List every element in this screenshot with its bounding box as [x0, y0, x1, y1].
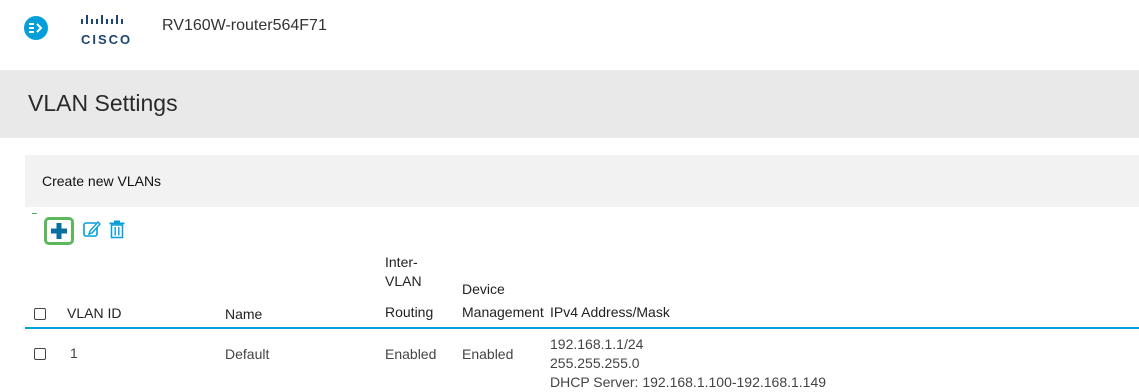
cell-ipv4-mask: 255.255.255.0 — [550, 355, 640, 371]
panel-header: Create new VLANs — [25, 155, 1139, 207]
page-title-band: VLAN Settings — [0, 70, 1139, 138]
cell-vlan-id: 1 — [70, 345, 78, 361]
top-bar: CISCO RV160W-router564F71 — [0, 0, 1139, 56]
cell-dhcp-server: DHCP Server: 192.168.1.100-192.168.1.149 — [550, 374, 827, 390]
column-header-inter-vlan-line1: Inter- — [385, 254, 418, 270]
table-header-rule — [25, 327, 1139, 329]
cisco-logo: CISCO — [78, 11, 150, 47]
edit-icon — [83, 220, 101, 237]
plus-icon — [51, 223, 67, 239]
panel-title: Create new VLANs — [42, 173, 162, 189]
column-header-name[interactable]: Name — [225, 305, 262, 324]
logo-wordmark: CISCO — [81, 32, 133, 47]
vlan-panel: Create new VLANs VLAN ID Name Inter- VLA… — [25, 155, 1139, 392]
delete-vlan-button[interactable] — [107, 219, 127, 239]
cisco-bars-icon — [81, 15, 123, 24]
cell-ipv4-address: 192.168.1.1/24 — [550, 336, 644, 352]
row-checkbox[interactable] — [34, 348, 46, 360]
column-header-inter-vlan-line2: VLAN — [385, 273, 422, 289]
menu-toggle-icon[interactable] — [24, 16, 48, 40]
cell-device-management: Enabled — [462, 346, 514, 362]
column-header-ipv4[interactable]: IPv4 Address/Mask — [550, 303, 670, 322]
cell-inter-vlan-routing: Enabled — [385, 346, 437, 362]
column-header-device-mgmt-line1: Device — [462, 281, 505, 297]
page-title: VLAN Settings — [28, 90, 178, 116]
column-header-device-mgmt-line2: Management — [462, 304, 544, 320]
edit-vlan-button[interactable] — [82, 219, 102, 239]
select-all-checkbox[interactable] — [34, 308, 46, 320]
cell-name: Default — [225, 346, 270, 362]
divider — [32, 213, 37, 214]
add-vlan-button[interactable] — [44, 217, 74, 245]
column-header-vlan-id[interactable]: VLAN ID — [67, 304, 121, 323]
trash-icon — [109, 220, 125, 239]
device-name: RV160W-router564F71 — [162, 17, 327, 34]
column-header-inter-vlan-line3: Routing — [385, 304, 434, 320]
